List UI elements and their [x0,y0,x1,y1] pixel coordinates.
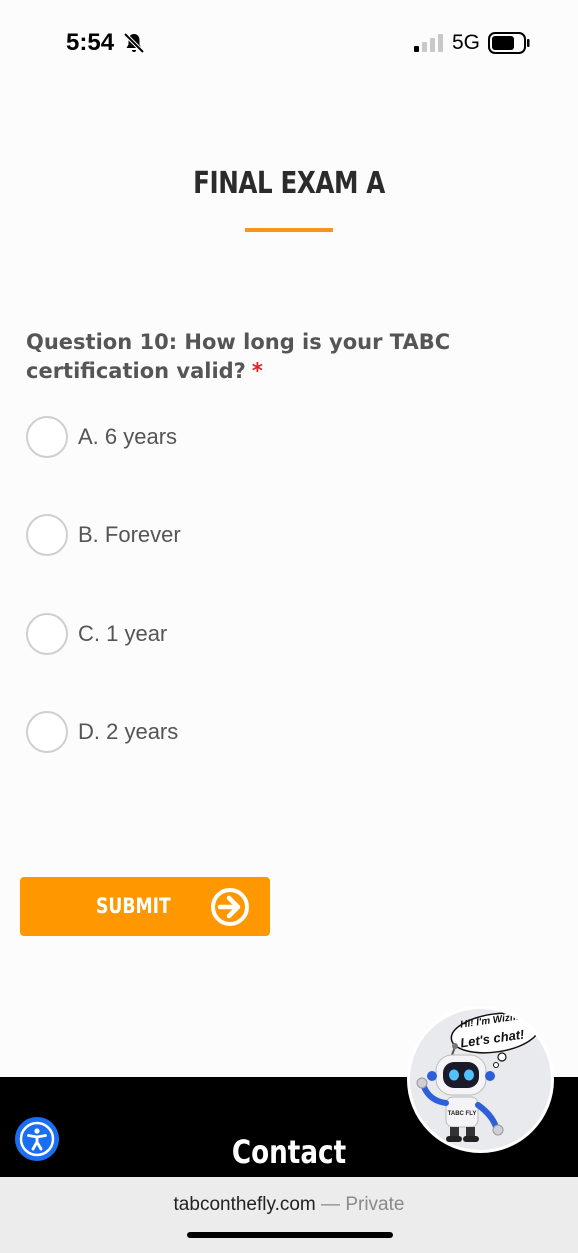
option-label: B. Forever [78,522,181,547]
arrow-right-circle-icon [211,888,249,926]
battery-icon [488,32,530,54]
question-text: Question 10: How long is your TABC certi… [26,328,556,386]
accessibility-icon [19,1121,55,1157]
chatbot-badge: TABC FLY [448,1111,477,1117]
radio-button[interactable] [26,711,68,753]
radio-button[interactable] [26,514,68,556]
bell-slash-icon [123,32,145,54]
status-bar: 5:54 5G [0,0,578,90]
submit-button[interactable]: SUBMIT [20,877,270,936]
signal-icon [414,34,443,52]
url-text[interactable]: tabconthefly.com — Private [0,1194,578,1216]
radio-button[interactable] [26,613,68,655]
option-a[interactable]: A. 6 years [26,416,426,458]
page-title: FINAL EXAM A [193,166,385,201]
accessibility-button[interactable] [15,1117,59,1161]
submit-label: SUBMIT [96,894,171,918]
privacy-label: — Private [315,1194,405,1215]
option-label: C. 1 year [78,621,168,646]
option-b[interactable]: B. Forever [26,514,426,556]
option-c[interactable]: C. 1 year [26,613,426,655]
network-type: 5G [452,31,481,54]
home-indicator[interactable] [187,1232,393,1238]
chatbot-robot-icon: TABC FLY [416,1012,540,1142]
option-label: A. 6 years [78,424,178,449]
status-time: 5:54 [66,29,115,56]
option-label: D. 2 years [78,719,179,744]
required-asterisk: * [251,359,263,383]
radio-button[interactable] [26,416,68,458]
url-domain: tabconthefly.com [173,1194,316,1215]
option-d[interactable]: D. 2 years [26,711,426,753]
browser-url-bar[interactable]: tabconthefly.com — Private [0,1177,578,1253]
title-divider [245,228,333,232]
question-label: Question 10: How long is your TABC certi… [26,330,451,383]
chatbot-launcher[interactable]: TABC FLY Hi! I'm Wizmo. Let's chat! [407,1006,554,1153]
